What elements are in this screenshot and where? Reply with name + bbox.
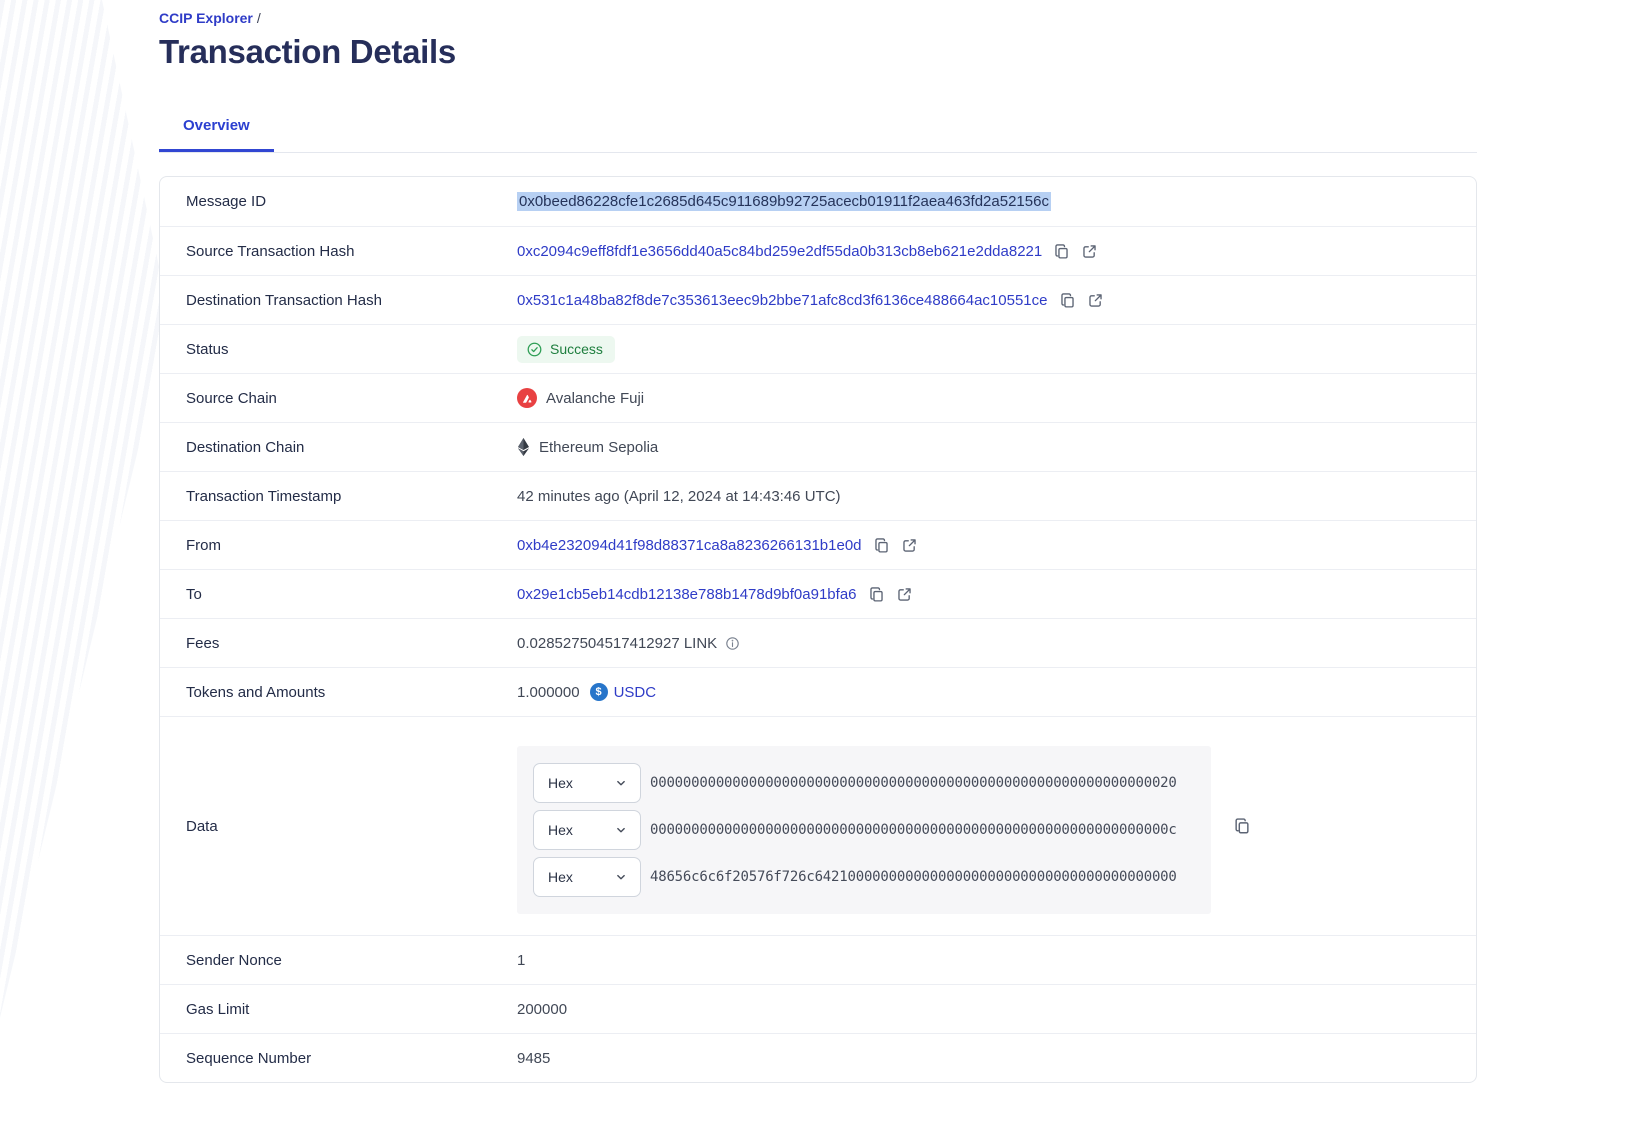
usdc-icon: $ — [590, 683, 608, 701]
table-row-status: Status Success — [160, 324, 1476, 373]
external-link-icon[interactable] — [1081, 243, 1098, 260]
copy-icon[interactable] — [1053, 243, 1070, 260]
dest-tx-hash-link[interactable]: 0x531c1a48ba82f8de7c353613eec9b2bbe71afc… — [517, 292, 1048, 309]
to-address-link[interactable]: 0x29e1cb5eb14cdb12138e788b1478d9bf0a91bf… — [517, 586, 857, 603]
source-tx-hash-link[interactable]: 0xc2094c9eff8fdf1e3656dd40a5c84bd259e2df… — [517, 243, 1042, 260]
tab-bar: Overview — [159, 107, 1477, 153]
table-row-to: To 0x29e1cb5eb14cdb12138e788b1478d9bf0a9… — [160, 569, 1476, 618]
avalanche-icon — [517, 388, 537, 408]
chevron-down-icon — [614, 823, 628, 837]
data-line: Hex 000000000000000000000000000000000000… — [533, 763, 1195, 803]
table-row-from: From 0xb4e232094d41f98d88371ca8a82362661… — [160, 520, 1476, 569]
data-hex-line: 0000000000000000000000000000000000000000… — [650, 822, 1177, 838]
message-id-label: Message ID — [160, 193, 517, 210]
external-link-icon[interactable] — [901, 537, 918, 554]
check-circle-icon — [526, 341, 543, 358]
copy-icon[interactable] — [868, 586, 885, 603]
status-text: Success — [550, 341, 603, 357]
sender-nonce-label: Sender Nonce — [160, 952, 517, 969]
copy-icon[interactable] — [873, 537, 890, 554]
dest-chain-label: Destination Chain — [160, 439, 517, 456]
table-row-sequence-number: Sequence Number 9485 — [160, 1033, 1476, 1082]
data-line: Hex 000000000000000000000000000000000000… — [533, 810, 1195, 850]
info-icon[interactable] — [725, 636, 740, 651]
fees-value-wrap: 0.028527504517412927 LINK — [517, 635, 740, 652]
dest-chain-name: Ethereum Sepolia — [539, 439, 658, 456]
external-link-icon[interactable] — [1087, 292, 1104, 309]
to-label: To — [160, 586, 517, 603]
table-row-dest-chain: Destination Chain Ethereum Sepolia — [160, 422, 1476, 471]
breadcrumb-link-ccip-explorer[interactable]: CCIP Explorer — [159, 10, 253, 26]
dest-tx-hash-value-wrap: 0x531c1a48ba82f8de7c353613eec9b2bbe71afc… — [517, 292, 1104, 309]
dest-tx-hash-label: Destination Transaction Hash — [160, 292, 517, 309]
hex-format-select-value: Hex — [548, 869, 573, 885]
table-row-source-tx-hash: Source Transaction Hash 0xc2094c9eff8fdf… — [160, 226, 1476, 275]
table-row-dest-tx-hash: Destination Transaction Hash 0x531c1a48b… — [160, 275, 1476, 324]
table-row-sender-nonce: Sender Nonce 1 — [160, 935, 1476, 984]
page-title: Transaction Details — [159, 33, 1477, 71]
table-row-source-chain: Source Chain Avalanche Fuji — [160, 373, 1476, 422]
table-row-tokens: Tokens and Amounts 1.000000 $ USDC — [160, 667, 1476, 716]
sequence-number-label: Sequence Number — [160, 1050, 517, 1067]
page-content: CCIP Explorer/ Transaction Details Overv… — [159, 0, 1477, 1083]
gas-limit-label: Gas Limit — [160, 1001, 517, 1018]
fees-value: 0.028527504517412927 LINK — [517, 635, 717, 652]
copy-icon[interactable] — [1233, 817, 1251, 835]
data-hex-line: 48656c6c6f20576f726c64210000000000000000… — [650, 869, 1177, 885]
transaction-details-card: Message ID 0x0beed86228cfe1c2685d645c911… — [159, 176, 1477, 1083]
hex-format-select-value: Hex — [548, 822, 573, 838]
source-chain-name: Avalanche Fuji — [546, 390, 644, 407]
status-badge: Success — [517, 336, 615, 363]
table-row-data: Data Hex 0000000000000000000000000000000… — [160, 716, 1476, 935]
source-chain-label: Source Chain — [160, 390, 517, 407]
from-label: From — [160, 537, 517, 554]
table-row-message-id: Message ID 0x0beed86228cfe1c2685d645c911… — [160, 177, 1476, 226]
data-hex-box: Hex 000000000000000000000000000000000000… — [517, 746, 1211, 914]
timestamp-label: Transaction Timestamp — [160, 488, 517, 505]
gas-limit-value: 200000 — [517, 1001, 567, 1018]
token-amount: 1.000000 — [517, 684, 580, 701]
hex-format-select[interactable]: Hex — [533, 763, 641, 803]
hex-format-select[interactable]: Hex — [533, 810, 641, 850]
hex-format-select[interactable]: Hex — [533, 857, 641, 897]
chevron-down-icon — [614, 870, 628, 884]
timestamp-value: 42 minutes ago (April 12, 2024 at 14:43:… — [517, 488, 841, 505]
tokens-value-wrap: 1.000000 $ USDC — [517, 683, 656, 701]
message-id-value: 0x0beed86228cfe1c2685d645c911689b92725ac… — [517, 192, 1051, 211]
from-value-wrap: 0xb4e232094d41f98d88371ca8a8236266131b1e… — [517, 537, 918, 554]
data-value-wrap: Hex 000000000000000000000000000000000000… — [517, 717, 1251, 935]
sequence-number-value: 9485 — [517, 1050, 550, 1067]
message-id-value-wrap: 0x0beed86228cfe1c2685d645c911689b92725ac… — [517, 192, 1051, 211]
data-label: Data — [160, 818, 517, 835]
tokens-label: Tokens and Amounts — [160, 684, 517, 701]
source-tx-hash-label: Source Transaction Hash — [160, 243, 517, 260]
data-line: Hex 48656c6c6f20576f726c6421000000000000… — [533, 857, 1195, 897]
token-link[interactable]: USDC — [614, 684, 657, 701]
chevron-down-icon — [614, 776, 628, 790]
status-value-wrap: Success — [517, 336, 615, 363]
data-hex-line: 0000000000000000000000000000000000000000… — [650, 775, 1177, 791]
hex-format-select-value: Hex — [548, 775, 573, 791]
table-row-fees: Fees 0.028527504517412927 LINK — [160, 618, 1476, 667]
source-tx-hash-value-wrap: 0xc2094c9eff8fdf1e3656dd40a5c84bd259e2df… — [517, 243, 1098, 260]
external-link-icon[interactable] — [896, 586, 913, 603]
fees-label: Fees — [160, 635, 517, 652]
ethereum-icon — [517, 437, 530, 457]
from-address-link[interactable]: 0xb4e232094d41f98d88371ca8a8236266131b1e… — [517, 537, 862, 554]
tab-overview[interactable]: Overview — [159, 107, 274, 152]
status-label: Status — [160, 341, 517, 358]
breadcrumb-separator: / — [257, 10, 261, 26]
source-chain-value-wrap: Avalanche Fuji — [517, 388, 644, 408]
to-value-wrap: 0x29e1cb5eb14cdb12138e788b1478d9bf0a91bf… — [517, 586, 913, 603]
breadcrumb: CCIP Explorer/ — [159, 0, 1477, 26]
sender-nonce-value: 1 — [517, 952, 525, 969]
table-row-gas-limit: Gas Limit 200000 — [160, 984, 1476, 1033]
dest-chain-value-wrap: Ethereum Sepolia — [517, 437, 658, 457]
copy-icon[interactable] — [1059, 292, 1076, 309]
table-row-timestamp: Transaction Timestamp 42 minutes ago (Ap… — [160, 471, 1476, 520]
background-stripes-decoration — [0, 0, 170, 1060]
